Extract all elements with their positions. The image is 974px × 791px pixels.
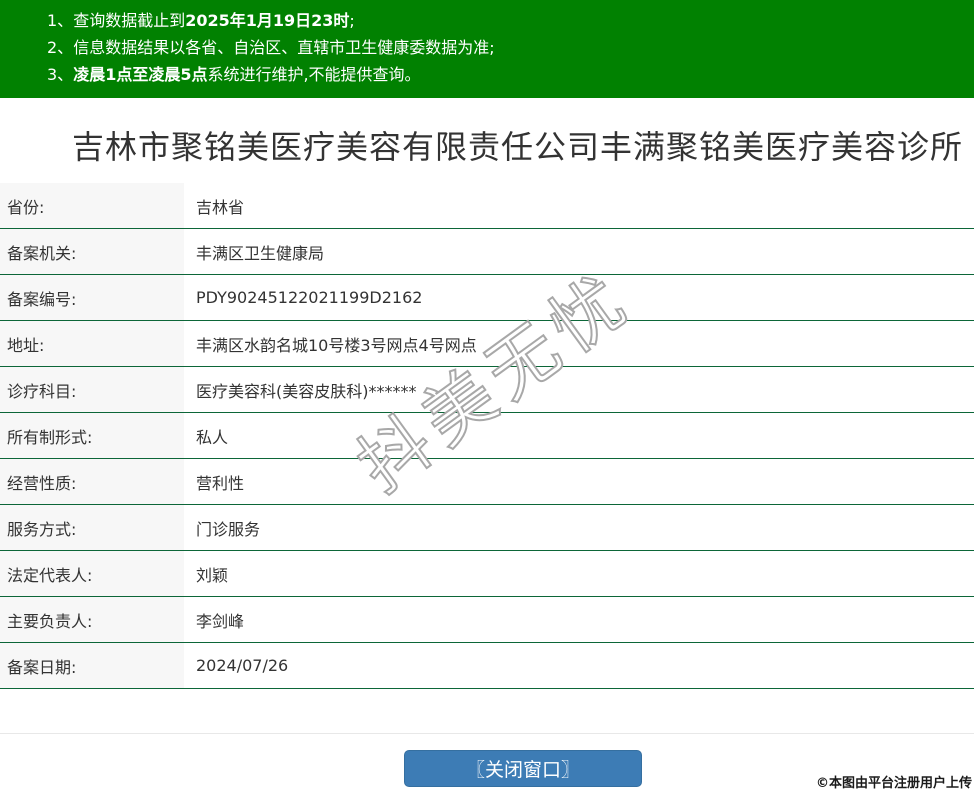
field-label: 备案机关:	[0, 229, 184, 274]
field-value: 丰满区卫生健康局	[184, 240, 324, 264]
table-row-address: 地址: 丰满区水韵名城10号楼3号网点4号网点	[0, 321, 974, 367]
field-value: PDY90245122021199D2162	[184, 288, 422, 307]
field-value: 刘颖	[184, 562, 228, 586]
field-label: 所有制形式:	[0, 413, 184, 458]
field-label: 经营性质:	[0, 459, 184, 504]
page-title: 吉林市聚铭美医疗美容有限责任公司丰满聚铭美医疗美容诊所	[72, 131, 963, 163]
field-value: 私人	[184, 424, 228, 448]
table-row-principal: 主要负责人: 李剑峰	[0, 597, 974, 643]
field-label: 法定代表人:	[0, 551, 184, 596]
notice-3-maintenance-hours: 凌晨1点至凌晨5点	[73, 65, 207, 84]
table-row-legal-representative: 法定代表人: 刘颖	[0, 551, 974, 597]
field-value: 李剑峰	[184, 608, 244, 632]
notice-banner: 1、查询数据截止到2025年1月19日23时; 2、信息数据结果以各省、自治区、…	[0, 0, 974, 98]
table-row-business-nature: 经营性质: 营利性	[0, 459, 974, 505]
notice-3-number: 3、	[47, 65, 73, 84]
table-row-ownership-form: 所有制形式: 私人	[0, 413, 974, 459]
field-value: 吉林省	[184, 194, 244, 218]
notice-1-deadline: 2025年1月19日23时	[185, 11, 349, 30]
field-value: 门诊服务	[184, 516, 260, 540]
field-label: 诊疗科目:	[0, 367, 184, 412]
close-window-button[interactable]: 〖关闭窗口〗	[404, 750, 642, 787]
footer-divider	[0, 733, 974, 734]
table-row-record-number: 备案编号: PDY90245122021199D2162	[0, 275, 974, 321]
image-attribution-note: ©本图由平台注册用户上传	[816, 772, 972, 791]
notice-line-3: 3、凌晨1点至凌晨5点系统进行维护,不能提供查询。	[47, 61, 974, 88]
table-row-record-authority: 备案机关: 丰满区卫生健康局	[0, 229, 974, 275]
notice-1-number: 1、	[47, 11, 73, 30]
field-value: 丰满区水韵名城10号楼3号网点4号网点	[184, 332, 477, 356]
field-label: 省份:	[0, 183, 184, 228]
table-row-record-date: 备案日期: 2024/07/26	[0, 643, 974, 689]
field-value: 2024/07/26	[184, 656, 288, 675]
field-value: 医疗美容科(美容皮肤科)******	[184, 378, 417, 402]
notice-1-text: 查询数据截止到	[73, 11, 185, 30]
notice-line-1: 1、查询数据截止到2025年1月19日23时;	[47, 7, 974, 34]
field-label: 地址:	[0, 321, 184, 366]
field-label: 服务方式:	[0, 505, 184, 550]
field-label: 备案编号:	[0, 275, 184, 320]
notice-1-punct: ;	[349, 11, 354, 30]
notice-2-number: 2、	[47, 38, 73, 57]
table-row-treatment-subjects: 诊疗科目: 医疗美容科(美容皮肤科)******	[0, 367, 974, 413]
field-value: 营利性	[184, 470, 244, 494]
table-row-service-mode: 服务方式: 门诊服务	[0, 505, 974, 551]
notice-line-2: 2、信息数据结果以各省、自治区、直辖市卫生健康委数据为准;	[47, 34, 974, 61]
field-label: 主要负责人:	[0, 597, 184, 642]
notice-2-text: 信息数据结果以各省、自治区、直辖市卫生健康委数据为准;	[73, 38, 494, 57]
notice-3-text: 系统进行维护,不能提供查询。	[207, 65, 420, 84]
table-row-province: 省份: 吉林省	[0, 183, 974, 229]
record-info-table: 省份: 吉林省 备案机关: 丰满区卫生健康局 备案编号: PDY90245122…	[0, 183, 974, 689]
field-label: 备案日期:	[0, 643, 184, 688]
